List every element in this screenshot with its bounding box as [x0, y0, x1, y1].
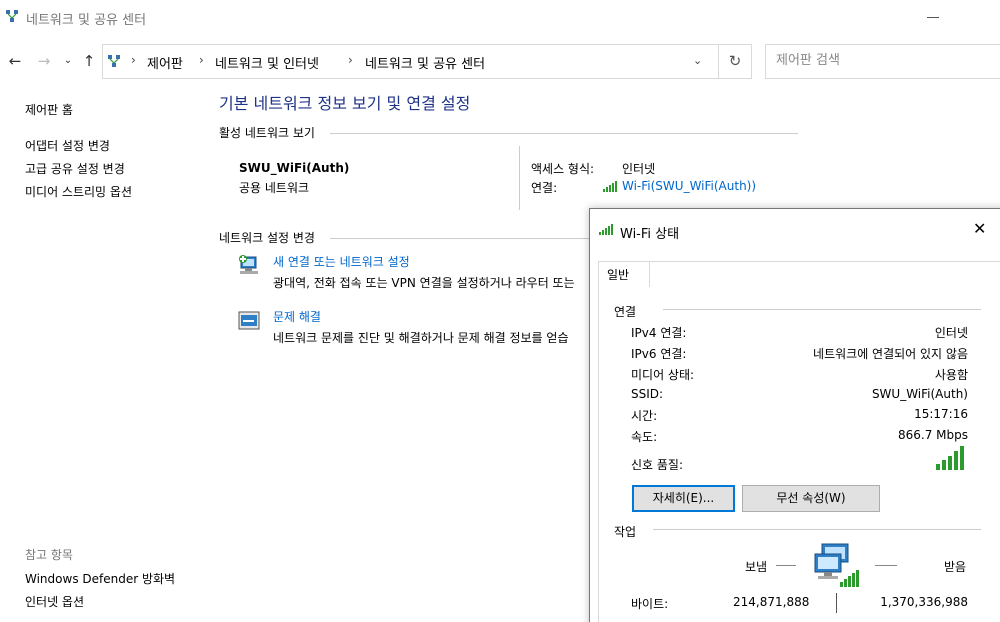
tab-general[interactable]: 일반: [598, 261, 650, 287]
breadcrumb-network-internet[interactable]: 네트워크 및 인터넷: [215, 53, 319, 72]
see-also-internet-options-link[interactable]: 인터넷 옵션: [25, 593, 84, 610]
ssid-value: SWU_WiFi(Auth): [871, 387, 968, 401]
ipv4-value: 인터넷: [934, 326, 968, 340]
chevron-down-icon[interactable]: ⌄: [58, 52, 78, 70]
speed-value: 866.7 Mbps: [897, 428, 968, 442]
speed-label: 속도:: [631, 430, 658, 444]
see-also-firewall-link[interactable]: Windows Defender 방화벽: [25, 570, 175, 587]
connection-group-label: 연결: [614, 305, 637, 319]
sidebar-item-control-panel-home[interactable]: 제어판 홈: [25, 101, 73, 118]
sent-label: 보냄: [745, 560, 768, 574]
breadcrumb-network-sharing-center[interactable]: 네트워크 및 공유 센터: [365, 53, 485, 72]
new-connection-icon: [239, 255, 258, 274]
window-titlebar: 네트워크 및 공유 센터: [0, 0, 1000, 36]
control-panel-icon: [108, 55, 120, 67]
address-bar[interactable]: › 제어판 › 네트워크 및 인터넷 › 네트워크 및 공유 센터 ⌄: [102, 44, 719, 79]
search-input[interactable]: [776, 53, 996, 68]
media-state-value: 사용함: [934, 368, 968, 382]
group-divider: [653, 529, 981, 530]
vertical-divider: [519, 146, 520, 210]
bytes-received-value: 1,370,336,988: [880, 595, 968, 609]
chevron-right-icon[interactable]: ›: [348, 53, 353, 67]
window-title: 네트워크 및 공유 센터: [26, 13, 147, 28]
sidebar-item-media-streaming[interactable]: 미디어 스트리밍 옵션: [25, 183, 132, 200]
wifi-status-dialog: Wi-Fi 상태 ✕ 일반 연결 IPv4 연결: 인터넷 IPv6 연결: 네…: [589, 208, 1000, 622]
received-dash: [875, 565, 897, 566]
forward-arrow-icon[interactable]: →: [34, 52, 54, 70]
up-arrow-icon[interactable]: ↑: [79, 52, 99, 70]
signal-quality-label: 신호 품질:: [631, 458, 684, 472]
wifi-connection-link[interactable]: Wi-Fi(SWU_WiFi(Auth)): [622, 179, 756, 193]
group-divider: [663, 309, 981, 310]
tab-strip-line: [598, 261, 1000, 262]
wifi-signal-icon: [599, 224, 613, 235]
media-state-label: 미디어 상태:: [631, 368, 695, 382]
wireless-properties-button[interactable]: 무선 속성(W): [742, 485, 880, 512]
details-button[interactable]: 자세히(E)...: [632, 485, 735, 512]
network-type-link[interactable]: 공용 네트워크: [239, 179, 309, 196]
chevron-right-icon: ›: [131, 53, 136, 67]
sidebar-item-advanced-sharing[interactable]: 고급 공유 설정 변경: [25, 160, 125, 177]
back-arrow-icon[interactable]: ←: [5, 52, 25, 70]
minimize-button[interactable]: [927, 17, 939, 18]
refresh-button[interactable]: ↻: [719, 44, 752, 79]
access-type-label: 액세스 형식:: [531, 162, 595, 176]
troubleshoot-link[interactable]: 문제 해결: [273, 308, 321, 325]
ipv4-label: IPv4 연결:: [631, 326, 687, 340]
bytes-divider: [836, 593, 837, 613]
see-also-label: 참고 항목: [25, 548, 73, 562]
refresh-icon: ↻: [728, 52, 742, 70]
ipv6-value: 네트워크에 연결되어 있지 않음: [813, 347, 968, 361]
troubleshoot-description: 네트워크 문제를 진단 및 해결하거나 문제 해결 정보를 얻습: [273, 331, 569, 345]
network-name: SWU_WiFi(Auth): [239, 161, 350, 175]
chevron-right-icon[interactable]: ›: [199, 53, 204, 67]
new-connection-link[interactable]: 새 연결 또는 네트워크 설정: [273, 253, 410, 270]
close-icon[interactable]: ✕: [973, 219, 986, 238]
sidebar-item-adapter-settings[interactable]: 어댑터 설정 변경: [25, 137, 110, 154]
breadcrumb-control-panel[interactable]: 제어판: [147, 53, 183, 72]
connection-label: 연결:: [531, 181, 558, 195]
dialog-title: Wi-Fi 상태: [620, 227, 680, 242]
network-computers-icon: [814, 543, 859, 587]
section-divider: [330, 238, 592, 239]
duration-label: 시간:: [631, 409, 658, 423]
activity-group-label: 작업: [614, 525, 637, 539]
ipv6-label: IPv6 연결:: [631, 347, 687, 361]
received-label: 받음: [944, 560, 967, 574]
navigation-bar: ← → ⌄ ↑ › 제어판 › 네트워크 및 인터넷 › 네트워크 및 공유 센…: [0, 44, 1000, 80]
section-divider: [330, 133, 798, 134]
chevron-down-icon[interactable]: ⌄: [693, 54, 702, 67]
troubleshoot-icon: [238, 311, 260, 330]
wifi-signal-icon: [603, 181, 617, 192]
page-title: 기본 네트워크 정보 보기 및 연결 설정: [219, 94, 471, 113]
new-connection-description: 광대역, 전화 접속 또는 VPN 연결을 설정하거나 라우터 또는: [273, 276, 575, 290]
active-networks-heading: 활성 네트워크 보기: [219, 126, 315, 140]
change-settings-heading: 네트워크 설정 변경: [219, 231, 315, 245]
bytes-label: 바이트:: [631, 597, 669, 611]
bytes-sent-value: 214,871,888: [733, 595, 810, 609]
signal-quality-icon: [936, 446, 964, 470]
search-box[interactable]: [765, 44, 1000, 79]
ssid-label: SSID:: [631, 387, 664, 401]
duration-value: 15:17:16: [914, 407, 968, 421]
sent-dash: [776, 565, 796, 566]
access-type-value: 인터넷: [622, 162, 656, 176]
network-center-icon: [6, 10, 18, 22]
